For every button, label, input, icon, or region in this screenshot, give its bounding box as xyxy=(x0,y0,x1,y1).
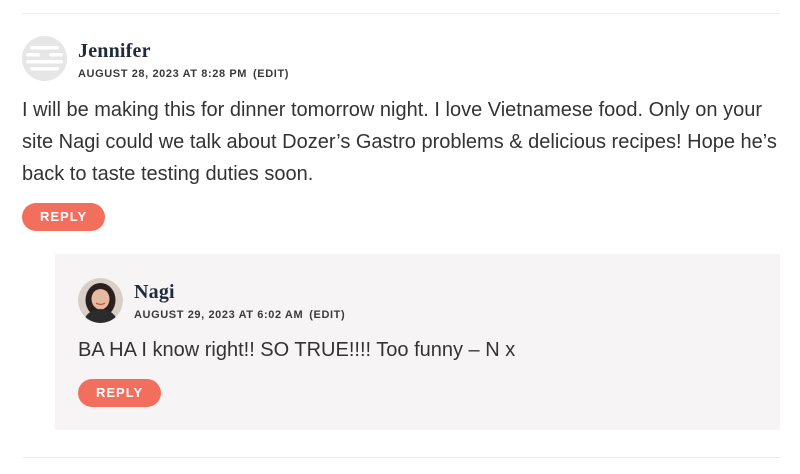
comment-reply-nagi: Nagi AUGUST 29, 2023 AT 6:02 AM (EDIT) BA… xyxy=(55,254,780,430)
comment-meta: AUGUST 29, 2023 AT 6:02 AM (EDIT) xyxy=(134,309,345,321)
top-divider xyxy=(22,13,780,14)
bottom-divider xyxy=(22,457,780,458)
comment-date-link[interactable]: AUGUST 29, 2023 AT 6:02 AM xyxy=(134,309,303,321)
edit-link[interactable]: (EDIT) xyxy=(309,309,345,321)
comment-text: I will be making this for dinner tomorro… xyxy=(22,99,777,185)
comment-meta: AUGUST 28, 2023 AT 8:28 PM (EDIT) xyxy=(78,68,289,80)
default-gravatar-icon xyxy=(22,36,67,81)
comment-author-name: Nagi xyxy=(134,281,175,303)
reply-button[interactable]: REPLY xyxy=(22,203,106,231)
author-photo xyxy=(78,278,123,323)
edit-link[interactable]: (EDIT) xyxy=(253,68,289,80)
comment-author-name: Jennifer xyxy=(78,40,151,62)
reply-button[interactable]: REPLY xyxy=(78,379,162,407)
comment-date-link[interactable]: AUGUST 28, 2023 AT 8:28 PM xyxy=(78,68,247,80)
comment-text: BA HA I know right!! SO TRUE!!!! Too fun… xyxy=(78,339,516,361)
